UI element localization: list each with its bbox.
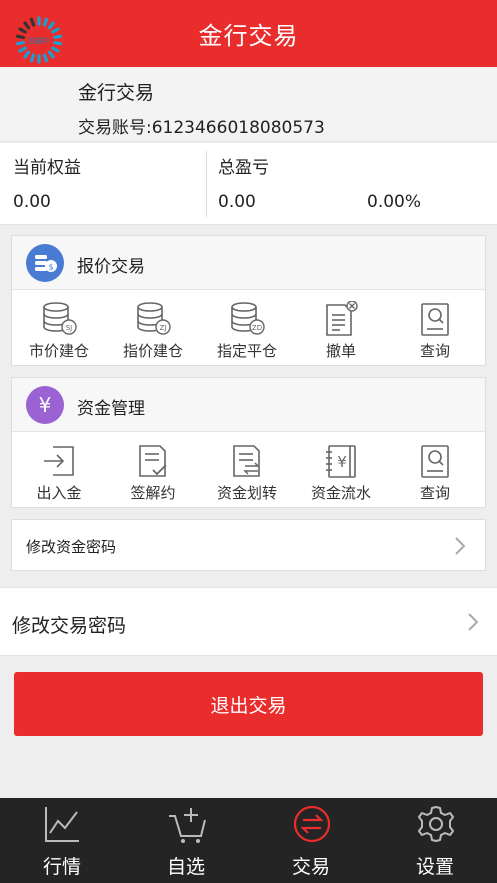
yuan-symbol: ¥ <box>39 393 52 417</box>
quote-trade-title: 报价交易 <box>77 257 145 277</box>
query-order-button[interactable]: 查询 <box>388 291 482 365</box>
deposit-withdraw-button[interactable]: 出入金 <box>12 433 106 507</box>
equity-label: 当前权益 <box>13 158 81 178</box>
badge-text: ZD <box>252 324 262 332</box>
grid-label: 签解约 <box>130 484 176 502</box>
loader-text: 加载中 <box>29 36 50 45</box>
database-icon: SJ <box>43 302 77 335</box>
pnl-label: 总盈亏 <box>218 158 269 178</box>
chevron-right-icon <box>455 537 466 555</box>
account-number: 交易账号:6123466018080573 <box>78 118 325 138</box>
account-name: 金行交易 <box>78 82 155 104</box>
tab-market[interactable]: 行情 <box>0 798 124 883</box>
grid-label: 撤单 <box>325 342 356 360</box>
chart-line-icon <box>45 807 79 842</box>
grid-label: 查询 <box>419 484 450 502</box>
grid-label: 资金划转 <box>216 484 277 502</box>
svg-text:¥: ¥ <box>337 453 347 471</box>
sign-contract-button[interactable]: 签解约 <box>106 433 200 507</box>
app-header: 金行交易 <box>0 0 497 67</box>
quote-trade-card: $ 报价交易 SJ 市价建仓 ZJ 指价建仓 ZD 指定平仓 撤单 查询 <box>11 235 486 366</box>
fund-management-header: ¥ 资金管理 <box>12 378 485 432</box>
ledger-icon: ¥ <box>326 445 356 478</box>
grid-label: 市价建仓 <box>28 342 89 360</box>
change-fund-password-label: 修改资金密码 <box>26 538 117 556</box>
query-icon <box>421 445 449 478</box>
tab-label: 自选 <box>166 856 205 878</box>
tab-label: 行情 <box>42 856 81 878</box>
market-open-button[interactable]: SJ 市价建仓 <box>12 291 106 365</box>
pnl-value: 0.00 <box>218 192 256 212</box>
loading-spinner-icon: 加载中 <box>14 15 64 65</box>
change-trade-password-row[interactable]: 修改交易密码 <box>0 587 497 656</box>
designated-close-button[interactable]: ZD 指定平仓 <box>200 291 294 365</box>
exchange-icon <box>293 805 331 843</box>
login-arrow-icon <box>44 446 74 476</box>
badge-text: SJ <box>66 324 73 332</box>
chevron-right-icon <box>468 613 479 631</box>
tab-label: 设置 <box>415 856 454 878</box>
gear-icon <box>418 806 454 842</box>
change-trade-password-label: 修改交易密码 <box>12 615 127 637</box>
query-icon <box>421 303 449 336</box>
page-title: 金行交易 <box>198 22 299 50</box>
grid-label: 指价建仓 <box>122 342 183 360</box>
pnl-percent: 0.00% <box>367 192 422 212</box>
sign-doc-icon <box>139 445 167 477</box>
stats-divider <box>206 151 207 217</box>
tab-settings[interactable]: 设置 <box>373 798 497 883</box>
grid-label: 指定平仓 <box>216 342 277 360</box>
query-fund-button[interactable]: 查询 <box>388 433 482 507</box>
fund-ledger-button[interactable]: ¥ 资金流水 <box>294 433 388 507</box>
tab-watchlist[interactable]: 自选 <box>124 798 248 883</box>
equity-value: 0.00 <box>13 192 51 212</box>
fund-transfer-button[interactable]: 资金划转 <box>200 433 294 507</box>
fund-management-card: ¥ 资金管理 出入金 签解约 资金划转 ¥ 资金流水 查询 <box>11 377 486 508</box>
grid-label: 出入金 <box>36 484 82 502</box>
change-fund-password-row[interactable]: 修改资金密码 <box>11 519 486 571</box>
fund-management-title: 资金管理 <box>77 399 145 419</box>
cancel-order-icon <box>326 301 358 336</box>
limit-open-button[interactable]: ZJ 指价建仓 <box>106 291 200 365</box>
quote-trade-header: $ 报价交易 <box>12 236 485 290</box>
yuan-icon: ¥ <box>26 386 64 424</box>
database-icon: ZJ <box>137 302 171 335</box>
grid-label: 资金流水 <box>310 484 371 502</box>
transfer-doc-icon <box>233 445 260 477</box>
svg-text:$: $ <box>48 263 53 272</box>
logout-button[interactable]: 退出交易 <box>14 672 483 736</box>
tab-trade[interactable]: 交易 <box>249 798 373 883</box>
bottom-tab-bar: 行情 自选 交易 设置 <box>0 798 497 883</box>
tab-label: 交易 <box>291 856 330 878</box>
cart-plus-icon <box>169 808 206 843</box>
cancel-order-button[interactable]: 撤单 <box>294 291 388 365</box>
coins-icon: $ <box>26 244 64 282</box>
badge-text: ZJ <box>160 324 167 332</box>
database-icon: ZD <box>231 302 265 335</box>
grid-label: 查询 <box>419 342 450 360</box>
